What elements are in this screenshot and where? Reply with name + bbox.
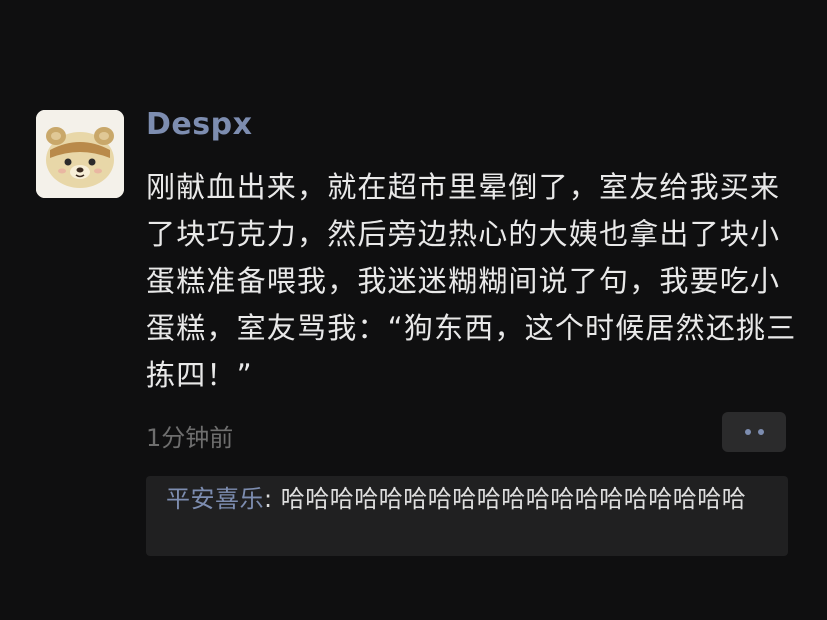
more-dots-icon <box>757 429 764 435</box>
post-content: 刚献血出来，就在超市里晕倒了，室友给我买来了块巧克力，然后旁边热心的大姨也拿出了… <box>146 170 797 392</box>
avatar[interactable] <box>36 110 124 198</box>
more-dots-icon <box>744 429 751 435</box>
comment-author-link[interactable]: 平安喜乐 <box>166 485 264 513</box>
comments-section: 平安喜乐: 哈哈哈哈哈哈哈哈哈哈哈哈哈哈哈哈哈哈哈 <box>146 476 788 556</box>
username-link[interactable]: Despx <box>146 107 252 142</box>
comment-item[interactable]: 平安喜乐: 哈哈哈哈哈哈哈哈哈哈哈哈哈哈哈哈哈哈哈 <box>166 482 772 516</box>
post-timestamp: 1分钟前 <box>146 424 234 452</box>
comment-separator: : <box>264 485 281 513</box>
more-actions-button[interactable] <box>722 412 786 452</box>
comment-text: 哈哈哈哈哈哈哈哈哈哈哈哈哈哈哈哈哈哈哈 <box>280 485 747 513</box>
bear-avatar-icon <box>36 110 124 198</box>
